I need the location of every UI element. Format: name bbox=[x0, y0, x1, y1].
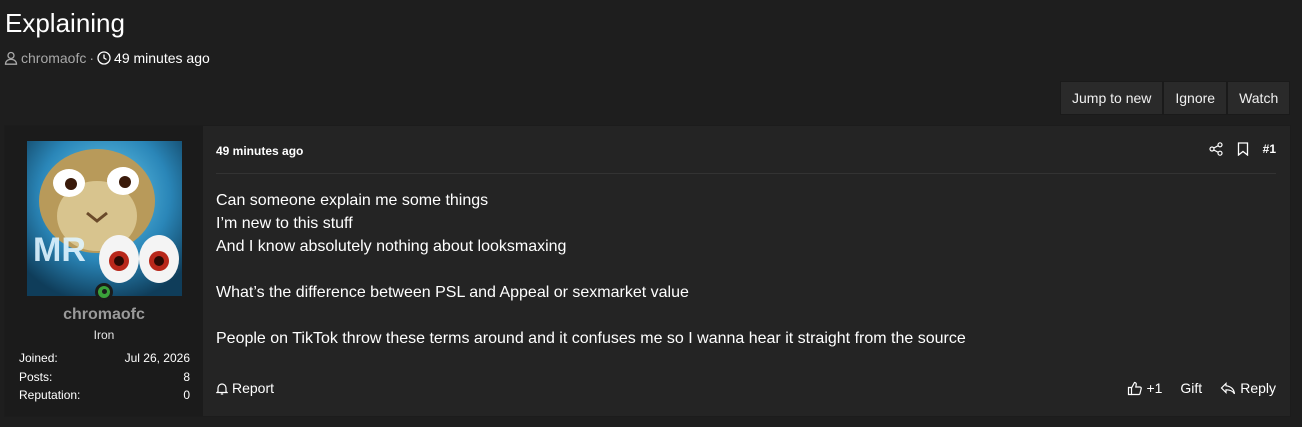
post-line: I’m new to this stuff bbox=[216, 215, 353, 232]
stat-value: 0 bbox=[183, 388, 190, 403]
post-line: Can someone explain me some things bbox=[216, 192, 489, 209]
user-rank: Iron bbox=[93, 328, 115, 342]
watch-button[interactable]: Watch bbox=[1227, 81, 1291, 115]
post-number[interactable]: #1 bbox=[1263, 142, 1276, 156]
thread-actions: Jump to new Ignore Watch bbox=[1060, 81, 1291, 115]
post-tools: #1 bbox=[1209, 142, 1276, 156]
bookmark-icon[interactable] bbox=[1237, 142, 1249, 156]
clock-icon bbox=[97, 51, 111, 65]
stat-value: 8 bbox=[183, 369, 190, 384]
thread-meta: chromaofc · 49 minutes ago bbox=[4, 50, 210, 66]
ignore-button[interactable]: Ignore bbox=[1163, 81, 1228, 115]
post-footer: Report +1 Gift Reply bbox=[216, 380, 1276, 396]
report-label: Report bbox=[232, 380, 275, 396]
post-date[interactable]: 49 minutes ago bbox=[216, 144, 303, 158]
stat-label: Joined: bbox=[19, 351, 58, 366]
avatar[interactable]: MR bbox=[27, 141, 182, 296]
post-blank-line bbox=[216, 304, 966, 327]
post-user-panel: MR chromaofc Iron Joined: Jul 26, 2026 P… bbox=[5, 126, 203, 416]
post-username[interactable]: chromaofc bbox=[5, 306, 203, 324]
stat-row-reputation: Reputation: 0 bbox=[19, 386, 190, 405]
user-stats: Joined: Jul 26, 2026 Posts: 8 Reputation… bbox=[19, 349, 190, 405]
post-main: 49 minutes ago #1 Can someone explain me… bbox=[203, 126, 1290, 416]
stat-row-posts: Posts: 8 bbox=[19, 368, 190, 387]
reply-button[interactable]: Reply bbox=[1220, 380, 1276, 396]
online-status-indicator bbox=[95, 283, 113, 301]
stat-label: Posts: bbox=[19, 369, 53, 384]
thread-title: Explaining bbox=[5, 8, 125, 38]
stat-row-joined: Joined: Jul 26, 2026 bbox=[19, 349, 190, 368]
jump-to-new-button[interactable]: Jump to new bbox=[1060, 81, 1164, 115]
post-blank-line bbox=[216, 258, 966, 281]
reply-icon bbox=[1220, 381, 1236, 395]
user-icon bbox=[4, 51, 18, 65]
thread-time[interactable]: 49 minutes ago bbox=[114, 50, 210, 66]
post-line: And I know absolutely nothing about look… bbox=[216, 238, 567, 255]
thumbs-up-icon bbox=[1127, 381, 1143, 396]
like-count: +1 bbox=[1146, 380, 1163, 396]
svg-text:MR: MR bbox=[33, 231, 86, 269]
meta-separator: · bbox=[89, 50, 95, 66]
stat-label: Reputation: bbox=[19, 388, 81, 403]
post-line: What’s the difference between PSL and Ap… bbox=[216, 284, 689, 301]
gift-button[interactable]: Gift bbox=[1180, 380, 1202, 396]
report-link[interactable]: Report bbox=[216, 380, 274, 396]
stat-value: Jul 26, 2026 bbox=[124, 351, 190, 366]
post-divider bbox=[216, 173, 1276, 174]
post-body: Can someone explain me some things I’m n… bbox=[216, 189, 966, 350]
post-line: People on TikTok throw these terms aroun… bbox=[216, 330, 966, 347]
post: MR chromaofc Iron Joined: Jul 26, 2026 P… bbox=[4, 125, 1291, 417]
share-icon[interactable] bbox=[1209, 142, 1223, 156]
reply-label: Reply bbox=[1240, 380, 1276, 396]
like-button[interactable]: +1 bbox=[1127, 380, 1162, 396]
bell-icon bbox=[216, 382, 228, 395]
thread-author-link[interactable]: chromaofc bbox=[21, 50, 86, 66]
